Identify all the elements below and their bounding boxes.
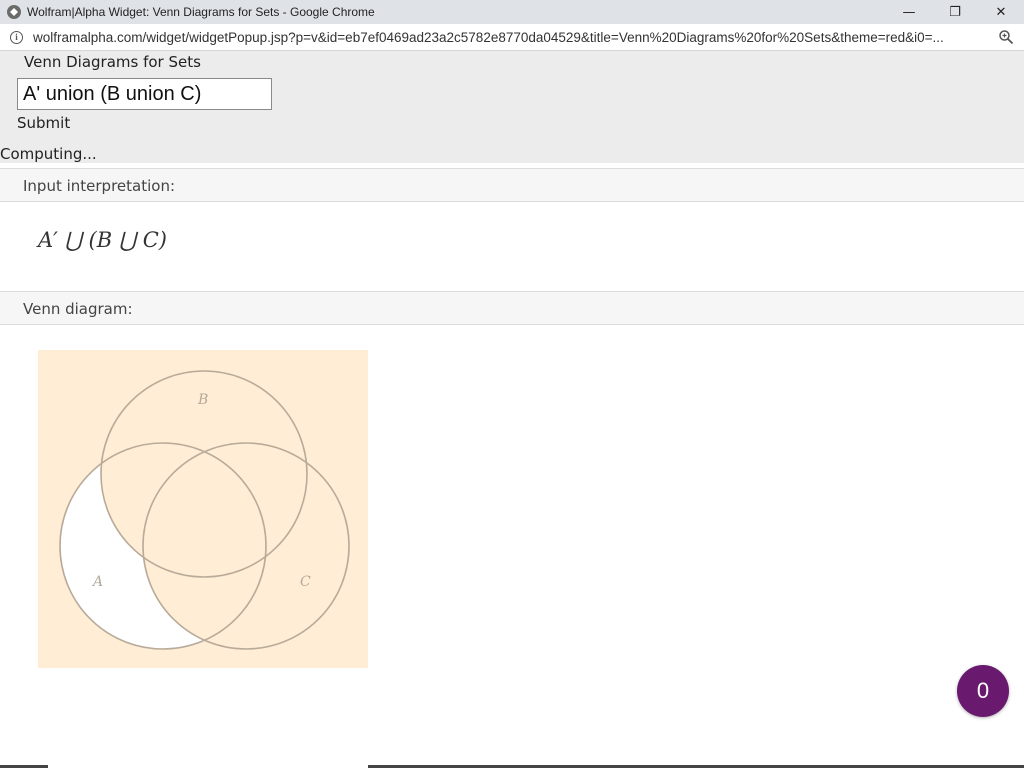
- interpretation-pod-header: Input interpretation:: [0, 168, 1024, 202]
- venn-pod-header: Venn diagram:: [0, 291, 1024, 325]
- url-text[interactable]: wolframalpha.com/widget/widgetPopup.jsp?…: [33, 30, 983, 45]
- submit-button[interactable]: Submit: [17, 114, 70, 132]
- widget-form: Venn Diagrams for Sets Submit Computing.…: [0, 51, 1024, 163]
- venn-label-c: C: [300, 574, 311, 590]
- interpretation-expression: A′ ⋃ (B ⋃ C): [38, 228, 167, 252]
- widget-title: Venn Diagrams for Sets: [24, 53, 201, 71]
- window-title: Wolfram|Alpha Widget: Venn Diagrams for …: [27, 5, 375, 19]
- query-input[interactable]: [17, 78, 272, 110]
- minimize-button[interactable]: —: [886, 0, 932, 24]
- close-button[interactable]: ✕: [978, 0, 1024, 24]
- notification-count-button[interactable]: 0: [957, 665, 1009, 717]
- interpretation-pod-title: Input interpretation:: [23, 177, 176, 195]
- venn-diagram: B A C: [38, 350, 368, 668]
- wolfram-favicon-icon: [7, 5, 21, 19]
- site-info-icon[interactable]: i: [10, 30, 23, 44]
- status-text: Computing...: [0, 145, 97, 163]
- address-bar: i wolframalpha.com/widget/widgetPopup.js…: [0, 24, 1024, 51]
- venn-label-b: B: [197, 392, 208, 408]
- restore-button[interactable]: ❐: [932, 0, 978, 24]
- zoom-icon[interactable]: [998, 29, 1014, 45]
- venn-pod-title: Venn diagram:: [23, 300, 133, 318]
- venn-label-a: A: [91, 574, 103, 590]
- window-titlebar: Wolfram|Alpha Widget: Venn Diagrams for …: [0, 0, 1024, 24]
